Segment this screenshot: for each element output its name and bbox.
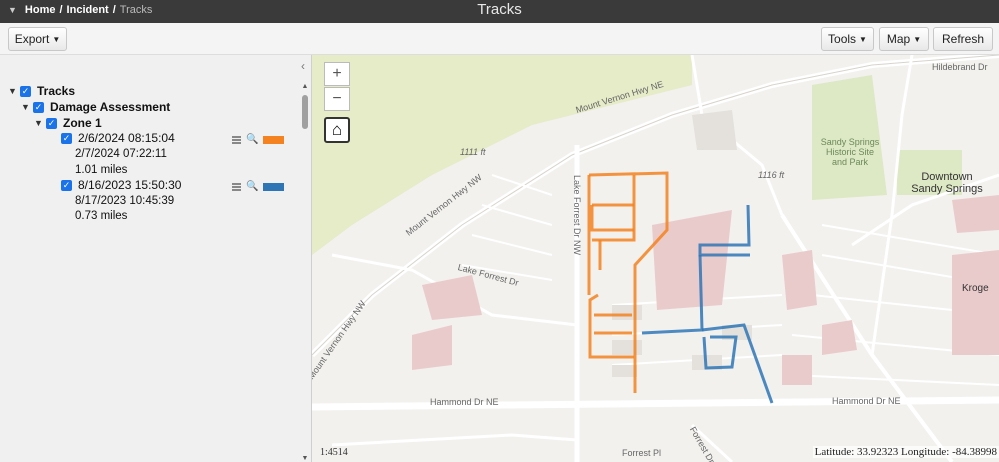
tree-label-tracks: Tracks bbox=[37, 84, 76, 98]
breadcrumb: ▼ Home / Incident / Tracks bbox=[8, 4, 152, 16]
collapse-chevron-icon[interactable]: ‹ bbox=[301, 59, 305, 73]
breadcrumb-incident[interactable]: Incident bbox=[67, 4, 109, 16]
checkbox-icon[interactable]: ✓ bbox=[33, 101, 44, 113]
track-segment bbox=[588, 293, 634, 359]
track-segment bbox=[590, 205, 634, 232]
track-segment bbox=[702, 335, 738, 370]
scroll-up-icon[interactable]: ▲ bbox=[301, 83, 309, 90]
scrollbar-thumb[interactable] bbox=[302, 95, 308, 129]
top-bar: ▼ Home / Incident / Tracks Tracks bbox=[0, 0, 999, 23]
checkbox-icon[interactable]: ✓ bbox=[61, 132, 72, 144]
dropdown-caret-icon: ▼ bbox=[913, 34, 922, 44]
checkbox-icon[interactable]: ✓ bbox=[46, 117, 57, 129]
zoom-magnifier-icon[interactable]: 🔍 bbox=[246, 181, 258, 192]
refresh-label: Refresh bbox=[941, 32, 985, 46]
home-icon[interactable]: ⌂ bbox=[324, 117, 350, 143]
tree-node-tracks[interactable]: ▼ ✓ Tracks bbox=[8, 84, 75, 98]
track-distance: 1.01 miles bbox=[75, 164, 128, 176]
tree-node-group[interactable]: ▼ ✓ Damage Assessment bbox=[21, 100, 170, 114]
tree-label-zone: Zone 1 bbox=[63, 116, 102, 130]
track-actions: 🔍 bbox=[232, 181, 285, 192]
expand-triangle-icon[interactable]: ▼ bbox=[34, 118, 46, 128]
tree-node-zone[interactable]: ▼ ✓ Zone 1 bbox=[34, 116, 102, 130]
place-label: Downtown Sandy Springs bbox=[911, 171, 983, 195]
zoom-in-button[interactable]: + bbox=[324, 62, 350, 86]
road-label: Lake Forrest Dr NW bbox=[572, 174, 583, 256]
expand-triangle-icon[interactable]: ▼ bbox=[8, 86, 20, 96]
dropdown-caret-icon: ▼ bbox=[52, 34, 61, 44]
export-button[interactable]: Export ▼ bbox=[8, 27, 67, 51]
track-end-time: 2/7/2024 07:22:11 bbox=[75, 148, 167, 160]
export-label: Export bbox=[14, 32, 50, 46]
tracks-panel: ‹ ▲ ▼ ▼ ✓ Tracks ▼ ✓ Damage Assessment ▼… bbox=[0, 55, 312, 462]
checkbox-icon[interactable]: ✓ bbox=[20, 85, 31, 97]
track-end-time: 8/17/2023 10:45:39 bbox=[75, 195, 175, 207]
tree-label-group: Damage Assessment bbox=[50, 100, 171, 114]
place-label: Kroge bbox=[962, 283, 989, 294]
road-label: Forrest Pl bbox=[622, 448, 662, 458]
elevation-label: 1111 ft bbox=[460, 147, 486, 157]
map-scale: 1:4514 bbox=[320, 447, 348, 458]
park-label: Sandy Springs Historic Site and Park bbox=[820, 137, 880, 167]
tools-button[interactable]: Tools ▼ bbox=[821, 27, 874, 51]
track-color-swatch[interactable] bbox=[263, 182, 285, 191]
map-view[interactable]: Mount Vernon Hwy NE Mount Vernon Hwy NW … bbox=[312, 55, 999, 462]
cursor-coordinates: Latitude: 33.92323 Longitude: -84.38998 bbox=[812, 446, 999, 458]
checkbox-icon[interactable]: ✓ bbox=[61, 179, 72, 191]
track-line-1[interactable] bbox=[587, 171, 669, 393]
breadcrumb-tracks: Tracks bbox=[119, 4, 153, 16]
expand-triangle-icon[interactable]: ▼ bbox=[21, 102, 33, 112]
zoom-magnifier-icon[interactable]: 🔍 bbox=[246, 134, 258, 145]
track-item[interactable]: ✓ 8/16/2023 15:50:30 bbox=[61, 178, 181, 192]
track-start-time: 8/16/2023 15:50:30 bbox=[78, 178, 182, 192]
track-distance: 0.73 miles bbox=[75, 210, 128, 222]
zoom-out-button[interactable]: − bbox=[324, 87, 350, 111]
road-label: Hildebrand Dr bbox=[932, 62, 988, 72]
map-label: Map bbox=[886, 32, 911, 46]
elevation-label: 1116 ft bbox=[758, 170, 785, 180]
track-actions: 🔍 bbox=[232, 134, 285, 145]
toolbar: Export ▼ Tools ▼ Map ▼ Refresh bbox=[0, 23, 999, 55]
breadcrumb-separator: / bbox=[59, 4, 63, 16]
map-button[interactable]: Map ▼ bbox=[879, 27, 929, 51]
track-start-time: 2/6/2024 08:15:04 bbox=[78, 131, 175, 145]
details-list-icon[interactable] bbox=[232, 182, 241, 191]
tools-label: Tools bbox=[828, 32, 857, 46]
track-segment bbox=[641, 254, 704, 335]
road-label: Hammond Dr NE bbox=[430, 397, 499, 407]
track-segment bbox=[698, 204, 751, 257]
dropdown-caret-icon: ▼ bbox=[859, 34, 867, 44]
panel-scrollbar[interactable]: ▲ ▼ bbox=[301, 83, 309, 462]
track-item[interactable]: ✓ 2/6/2024 08:15:04 bbox=[61, 131, 175, 145]
road-label: Hammond Dr NE bbox=[832, 396, 901, 406]
scroll-down-icon[interactable]: ▼ bbox=[301, 455, 309, 462]
menu-caret-icon[interactable]: ▼ bbox=[8, 5, 17, 15]
refresh-button[interactable]: Refresh bbox=[933, 27, 993, 51]
track-color-swatch[interactable] bbox=[263, 135, 285, 144]
breadcrumb-separator: / bbox=[112, 4, 116, 16]
breadcrumb-home[interactable]: Home bbox=[25, 4, 56, 16]
details-list-icon[interactable] bbox=[232, 135, 241, 144]
